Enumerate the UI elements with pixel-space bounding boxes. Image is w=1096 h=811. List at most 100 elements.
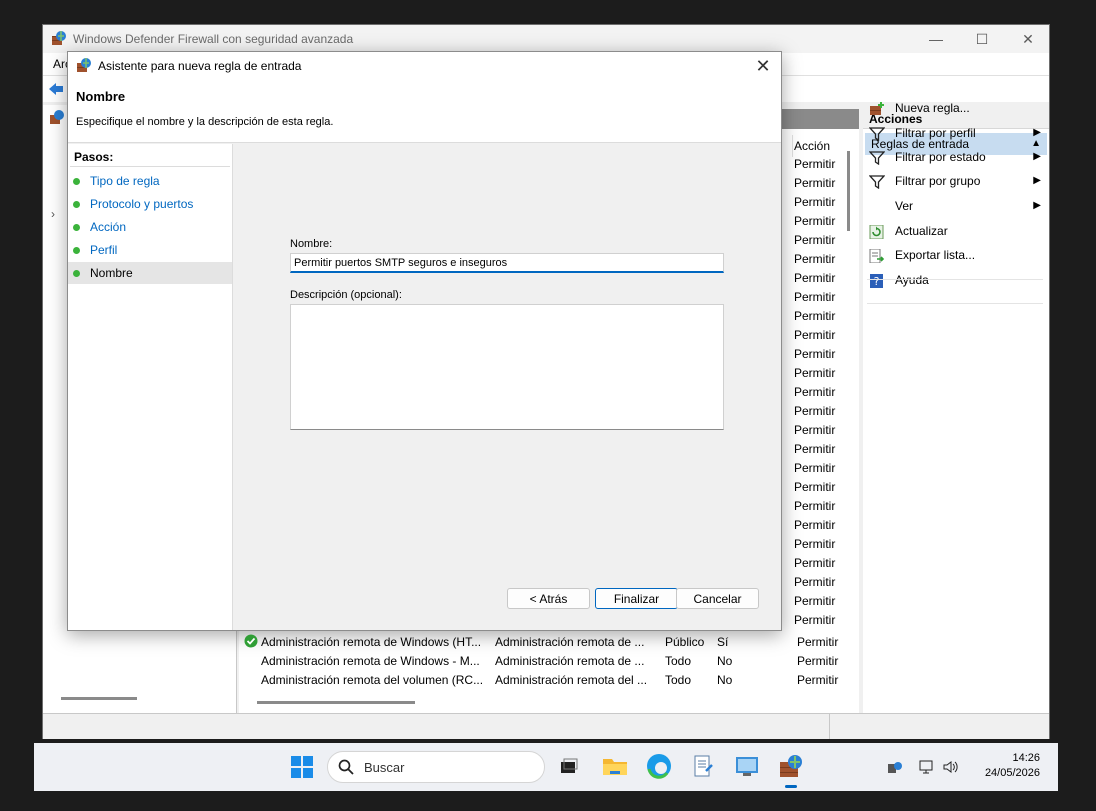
volume-icon[interactable] <box>942 758 960 776</box>
wizard-step[interactable]: Nombre <box>68 262 232 284</box>
minimize-button[interactable]: — <box>913 25 959 53</box>
finish-button[interactable]: Finalizar <box>595 588 678 609</box>
rule-profile-cell: Público <box>665 635 705 649</box>
close-button[interactable]: ✕ <box>1005 25 1051 53</box>
description-label: Descripción (opcional): <box>290 289 402 301</box>
column-header-action[interactable]: Acción <box>794 135 830 157</box>
start-windows-icon[interactable] <box>290 755 314 779</box>
rule-action-cell[interactable]: Permitir <box>794 575 835 589</box>
rule-action-cell[interactable]: Permitir <box>794 461 835 475</box>
main-title-bar: Windows Defender Firewall con seguridad … <box>43 25 1049 53</box>
firewall-app-icon <box>51 30 67 46</box>
wizard-step-label: Protocolo y puertos <box>90 197 194 211</box>
rule-action-cell[interactable]: Permitir <box>794 290 835 304</box>
rule-action-cell[interactable]: Permitir <box>794 594 835 608</box>
wizard-step[interactable]: Protocolo y puertos <box>68 193 232 215</box>
rule-action-cell[interactable]: Permitir <box>794 537 835 551</box>
svg-text:?: ? <box>874 275 880 288</box>
rule-action-cell[interactable]: Permitir <box>794 195 835 209</box>
action-item[interactable]: ? Ayuda <box>867 269 1043 291</box>
dialog-close-button[interactable]: ✕ <box>751 54 775 78</box>
system-clock[interactable]: 14:26 24/05/2026 <box>985 751 1040 781</box>
clock-date: 24/05/2026 <box>984 767 1040 779</box>
task-view-icon[interactable] <box>554 751 584 781</box>
maximize-button[interactable]: ☐ <box>959 25 1005 53</box>
rule-action-cell[interactable]: Permitir <box>794 214 835 228</box>
rule-name-cell: Administración remota de Windows (HT... <box>261 635 482 649</box>
tree-scrollbar[interactable] <box>61 697 137 700</box>
action-item[interactable]: Exportar lista... <box>867 244 1043 266</box>
taskbar-search[interactable]: Buscar <box>327 751 545 783</box>
file-explorer-icon[interactable] <box>600 751 630 781</box>
rule-action-cell[interactable]: Permitir <box>794 385 835 399</box>
list-vertical-scrollbar[interactable] <box>847 151 850 231</box>
new-inbound-rule-wizard: Asistente para nueva regla de entrada ✕ … <box>67 51 782 631</box>
wizard-step-label: Nombre <box>90 266 133 280</box>
action-item-label: Nueva regla... <box>895 101 970 115</box>
wizard-step[interactable]: Perfil <box>68 239 232 261</box>
table-row[interactable]: Administración remota de Windows - M... A… <box>240 652 840 671</box>
rule-action-cell[interactable]: Permitir <box>794 480 835 494</box>
wizard-steps: Pasos: Tipo de regla Protocolo y puertos A… <box>68 144 233 630</box>
cancel-button[interactable]: Cancelar <box>676 588 759 609</box>
rule-action-cell[interactable]: Permitir <box>794 252 835 266</box>
tree-expand-chevron-icon[interactable]: › <box>51 207 55 221</box>
wizard-step[interactable]: Tipo de regla <box>68 170 232 192</box>
defender-tray-icon[interactable] <box>886 759 904 775</box>
rule-enabled-cell: No <box>717 673 733 687</box>
rule-action-cell[interactable]: Permitir <box>794 309 835 323</box>
edge-browser-icon[interactable] <box>644 751 674 781</box>
list-horizontal-scrollbar[interactable] <box>257 701 415 704</box>
export-icon <box>869 248 885 264</box>
rule-action-cell[interactable]: Permitir <box>794 423 835 437</box>
refresh-icon <box>869 224 885 240</box>
page-title: Nombre <box>76 89 126 104</box>
table-row[interactable]: Administración remota de Windows (HT... A… <box>240 633 840 652</box>
rule-action-cell[interactable]: Permitir <box>794 499 835 513</box>
table-row[interactable]: Administración remota del volumen (RC...… <box>240 671 840 690</box>
firewall-app-icon <box>76 57 92 73</box>
notepad-icon[interactable] <box>688 751 718 781</box>
description-input[interactable] <box>290 304 724 430</box>
rule-action-cell[interactable]: Permitir <box>794 157 835 171</box>
rule-name-cell: Administración remota del volumen (RC... <box>261 673 484 687</box>
rule-action-cell[interactable]: Permitir <box>794 518 835 532</box>
control-panel-icon[interactable] <box>732 751 762 781</box>
action-item[interactable]: Filtrar por grupo ▶ <box>867 170 1043 192</box>
rule-action-cell: Permitir <box>797 635 839 649</box>
step-status-dot-icon <box>73 178 80 185</box>
submenu-arrow-icon: ▶ <box>1033 127 1041 138</box>
steps-divider <box>70 166 230 167</box>
action-item[interactable]: Nueva regla... <box>867 97 1043 119</box>
action-item[interactable]: Filtrar por estado ▶ <box>867 146 1043 168</box>
rule-action-cell[interactable]: Permitir <box>794 404 835 418</box>
wizard-step[interactable]: Acción <box>68 216 232 238</box>
action-item[interactable]: Actualizar <box>867 220 1043 242</box>
action-item[interactable]: Ver ▶ <box>867 195 1043 217</box>
rule-action-cell[interactable]: Permitir <box>794 347 835 361</box>
dialog-title: Asistente para nueva regla de entrada <box>98 59 302 73</box>
rule-enabled-cell: Sí <box>717 635 729 649</box>
filter-icon <box>868 174 886 190</box>
action-item[interactable]: Filtrar por perfil ▶ <box>867 122 1043 144</box>
rule-action-cell: Permitir <box>797 654 839 668</box>
name-input[interactable] <box>290 253 724 273</box>
rule-action-cell[interactable]: Permitir <box>794 442 835 456</box>
submenu-arrow-icon: ▶ <box>1033 200 1041 211</box>
back-arrow-icon[interactable] <box>47 80 65 98</box>
tree-root-icon[interactable] <box>49 109 65 125</box>
filter-icon <box>868 150 886 166</box>
rule-action-cell[interactable]: Permitir <box>794 271 835 285</box>
filter-icon <box>868 126 886 142</box>
rule-action-cell[interactable]: Permitir <box>794 366 835 380</box>
rule-action-cell[interactable]: Permitir <box>794 613 835 627</box>
rule-group-cell: Administración remota de ... <box>495 635 645 649</box>
step-status-dot-icon <box>73 201 80 208</box>
back-button[interactable]: < Atrás <box>507 588 590 609</box>
rule-action-cell[interactable]: Permitir <box>794 176 835 190</box>
network-icon[interactable] <box>918 758 936 776</box>
rule-action-cell[interactable]: Permitir <box>794 233 835 247</box>
rule-action-cell[interactable]: Permitir <box>794 328 835 342</box>
rule-action-cell[interactable]: Permitir <box>794 556 835 570</box>
firewall-taskbar-icon[interactable] <box>776 751 806 781</box>
